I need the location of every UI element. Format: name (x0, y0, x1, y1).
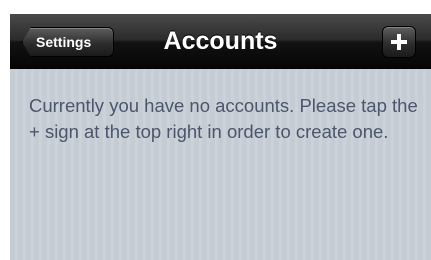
settings-back-button[interactable]: Settings (22, 27, 114, 57)
add-account-button[interactable] (382, 26, 416, 58)
accounts-list-area: Currently you have no accounts. Please t… (10, 69, 431, 260)
plus-icon (391, 34, 407, 50)
accounts-screen: Settings Accounts Currently you have no … (0, 0, 431, 260)
navigation-bar: Settings Accounts (10, 14, 431, 69)
empty-state-message: Currently you have no accounts. Please t… (29, 95, 418, 142)
